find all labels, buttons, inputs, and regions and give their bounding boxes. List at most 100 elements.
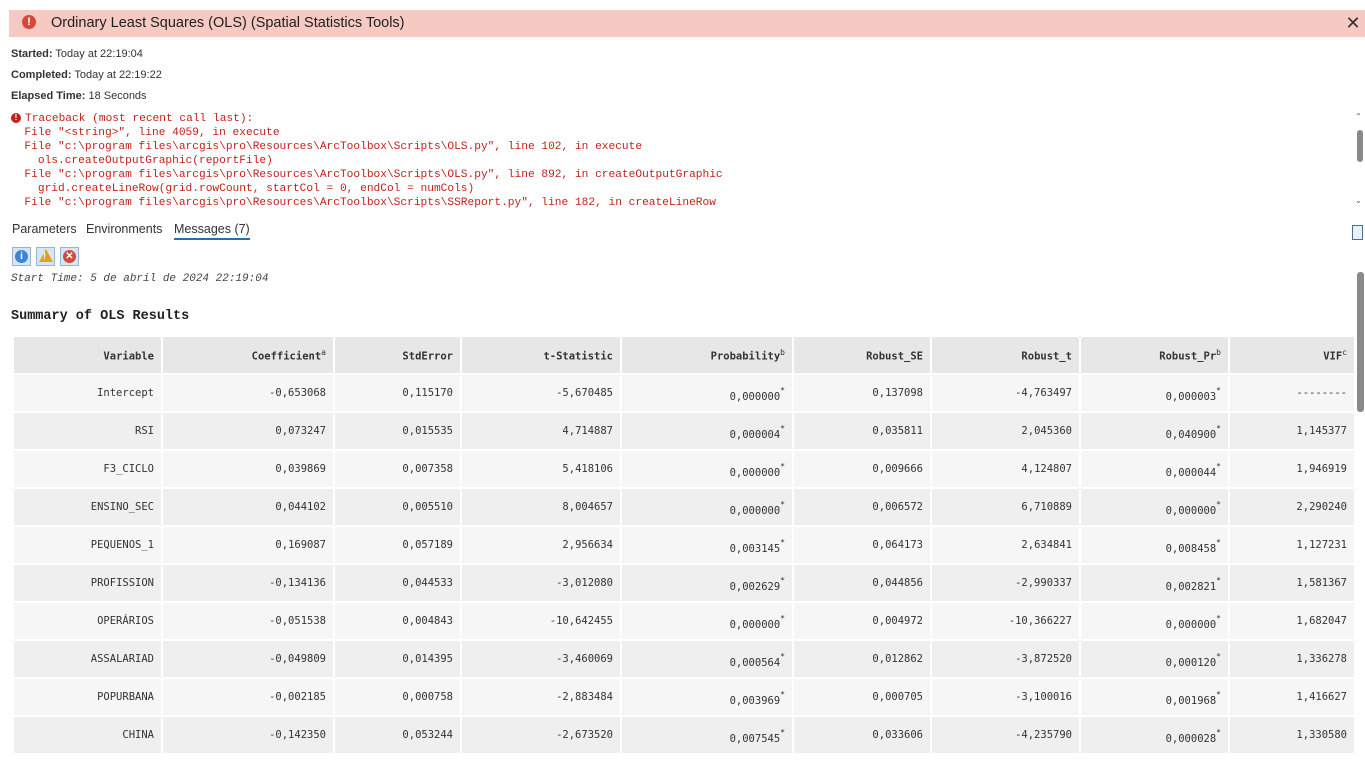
table-cell: -0,653068 — [163, 375, 333, 411]
completed-value: Today at 22:19:22 — [74, 69, 162, 81]
significance-mark: * — [1216, 689, 1221, 699]
info-filter-button[interactable]: i — [12, 247, 31, 266]
table-cell: 1,946919 — [1230, 451, 1354, 487]
messages-scrollbar[interactable] — [1356, 272, 1365, 763]
table-cell: PROFISSION — [14, 565, 161, 601]
table-cell: ASSALARIAD — [14, 641, 161, 677]
significance-mark: * — [1216, 423, 1221, 433]
table-cell: PEQUENOS_1 — [14, 527, 161, 563]
table-cell: CHINA — [14, 717, 161, 753]
error-icon: ✕ — [63, 250, 76, 263]
scroll-up-icon[interactable]: ⌃ — [1355, 112, 1362, 121]
table-cell: 4,124807 — [932, 451, 1079, 487]
table-cell: -3,872520 — [932, 641, 1079, 677]
traceback-line: File "c:\program files\arcgis\pro\Resour… — [11, 197, 716, 209]
table-cell: 0,004972 — [794, 603, 930, 639]
significance-mark: * — [1216, 727, 1221, 737]
error-filter-button[interactable]: ✕ — [60, 247, 79, 266]
table-cell: 4,714887 — [462, 413, 620, 449]
table-body: Intercept -0,653068 0,115170 -5,670485 0,000… — [14, 375, 1354, 753]
table-cell: 0,064173 — [794, 527, 930, 563]
table-cell: 0,008458* — [1081, 527, 1228, 563]
copy-document-icon[interactable] — [1352, 225, 1363, 240]
table-cell: 1,581367 — [1230, 565, 1354, 601]
table-cell: 0,044102 — [163, 489, 333, 525]
table-cell: 0,009666 — [794, 451, 930, 487]
table-cell: -0,051538 — [163, 603, 333, 639]
table-cell: 0,005510 — [335, 489, 460, 525]
significance-mark: * — [1216, 613, 1221, 623]
traceback-line: grid.createLineRow(grid.rowCount, startC… — [11, 183, 475, 195]
close-icon: ✕ — [1345, 13, 1361, 33]
table-cell: 8,004657 — [462, 489, 620, 525]
col-header-t-statistic: t-Statistic — [462, 337, 620, 373]
table-row: PROFISSION -0,134136 0,044533 -3,012080 0,00… — [14, 565, 1354, 601]
table-cell: 0,073247 — [163, 413, 333, 449]
table-cell: -0,049809 — [163, 641, 333, 677]
significance-mark: * — [780, 423, 785, 433]
significance-mark: * — [780, 689, 785, 699]
table-cell: 0,003145* — [622, 527, 792, 563]
table-cell: 6,710889 — [932, 489, 1079, 525]
traceback-box: ! Traceback (most recent call last): File… — [11, 112, 1351, 210]
summary-title: Summary of OLS Results — [11, 309, 190, 324]
table-cell: -0,002185 — [163, 679, 333, 715]
table-cell: 0,039869 — [163, 451, 333, 487]
table-cell: -4,763497 — [932, 375, 1079, 411]
table-cell: 0,015535 — [335, 413, 460, 449]
elapsed-value: 18 Seconds — [88, 90, 147, 102]
table-cell: 0,000000* — [622, 603, 792, 639]
table-cell: 1,127231 — [1230, 527, 1354, 563]
table-cell: 0,000028* — [1081, 717, 1228, 753]
col-header-robust-se: Robust_SE — [794, 337, 930, 373]
table-cell: POPURBANA — [14, 679, 161, 715]
significance-mark: * — [780, 613, 785, 623]
tab-messages[interactable]: Messages (7) — [174, 222, 250, 240]
significance-mark: * — [1216, 499, 1221, 509]
scroll-down-icon[interactable]: ⌄ — [1355, 196, 1362, 205]
table-cell: -3,012080 — [462, 565, 620, 601]
significance-mark: * — [780, 385, 785, 395]
table-cell: 0,040900* — [1081, 413, 1228, 449]
scrollbar-thumb[interactable] — [1357, 130, 1363, 162]
significance-mark: * — [780, 575, 785, 585]
table-cell: 2,290240 — [1230, 489, 1354, 525]
table-cell: 0,000120* — [1081, 641, 1228, 677]
tool-title: Ordinary Least Squares (OLS) (Spatial St… — [51, 15, 405, 31]
table-cell: 5,418106 — [462, 451, 620, 487]
col-header-coefficient: Coefficienta — [163, 337, 333, 373]
elapsed-label: Elapsed Time: — [11, 90, 86, 102]
table-cell: 0,000000* — [1081, 603, 1228, 639]
col-header-probability: Probabilityb — [622, 337, 792, 373]
table-cell: 0,007545* — [622, 717, 792, 753]
table-cell: -2,673520 — [462, 717, 620, 753]
significance-mark: * — [1216, 385, 1221, 395]
table-cell: -5,670485 — [462, 375, 620, 411]
scrollbar-thumb[interactable] — [1357, 272, 1364, 412]
table-row: PEQUENOS_1 0,169087 0,057189 2,956634 0,0031… — [14, 527, 1354, 563]
table-cell: -3,100016 — [932, 679, 1079, 715]
table-cell: -4,235790 — [932, 717, 1079, 753]
table-row: Intercept -0,653068 0,115170 -5,670485 0,000… — [14, 375, 1354, 411]
close-button[interactable]: ✕ — [1343, 12, 1363, 34]
table-cell: 0,057189 — [335, 527, 460, 563]
table-cell: 0,000000* — [622, 375, 792, 411]
table-cell: 2,634841 — [932, 527, 1079, 563]
table-cell: -2,990337 — [932, 565, 1079, 601]
tab-environments[interactable]: Environments — [86, 222, 162, 236]
warning-filter-button[interactable]: ! — [36, 247, 55, 266]
table-cell: 0,000000* — [1081, 489, 1228, 525]
completed-label: Completed: — [11, 69, 72, 81]
traceback-line: File "c:\program files\arcgis\pro\Resour… — [11, 169, 723, 181]
table-cell: 0,003969* — [622, 679, 792, 715]
traceback-scrollbar[interactable]: ⌃ ⌄ — [1354, 112, 1365, 212]
error-icon: ! — [22, 15, 36, 29]
table-cell: 0,002629* — [622, 565, 792, 601]
col-header-robust-t: Robust_t — [932, 337, 1079, 373]
table-cell: OPERÁRIOS — [14, 603, 161, 639]
significance-mark: * — [1216, 537, 1221, 547]
significance-mark: * — [780, 727, 785, 737]
table-cell: -0,142350 — [163, 717, 333, 753]
tab-parameters[interactable]: Parameters — [12, 222, 77, 236]
significance-mark: * — [780, 537, 785, 547]
